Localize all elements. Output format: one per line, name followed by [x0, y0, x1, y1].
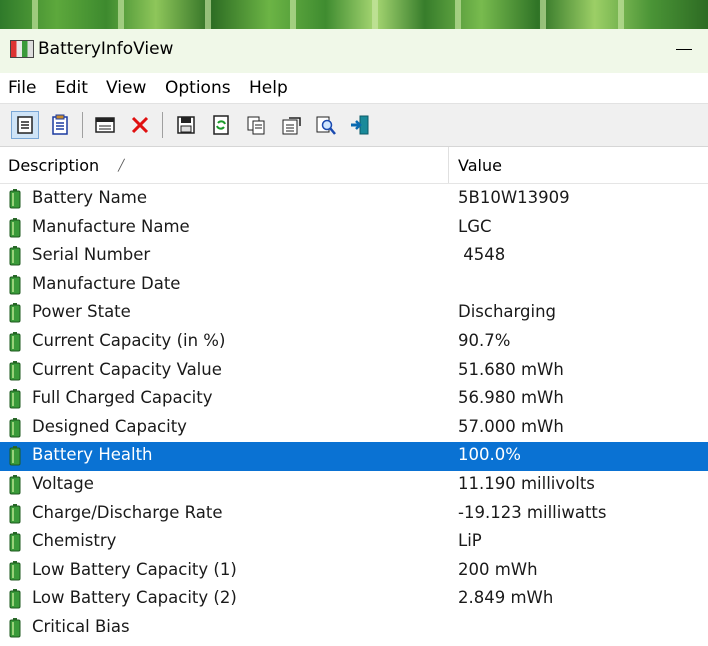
sort-ascending-icon: ╱: [118, 159, 125, 172]
row-description: Current Capacity Value: [32, 359, 222, 379]
row-description: Power State: [32, 302, 131, 322]
exit-icon[interactable]: [347, 112, 373, 138]
menu-bar: File Edit View Options Help: [0, 73, 708, 103]
properties-icon[interactable]: [278, 112, 304, 138]
refresh-icon[interactable]: [208, 112, 234, 138]
menu-view[interactable]: View: [106, 78, 146, 98]
toolbar: [0, 103, 708, 147]
battery-icon: [9, 246, 21, 266]
save-icon[interactable]: [173, 112, 199, 138]
list-item[interactable]: Voltage 11.190 millivolts: [0, 471, 708, 500]
row-value: 11.190 millivolts: [458, 473, 595, 493]
battery-icon: [9, 617, 21, 638]
menu-file[interactable]: File: [8, 78, 36, 98]
window-title: BatteryInfoView: [38, 39, 174, 59]
battery-icon: [9, 331, 21, 352]
row-description: Battery Health: [32, 445, 153, 465]
list-item[interactable]: Designed Capacity 57.000 mWh: [0, 414, 708, 443]
row-description: Charge/Discharge Rate: [32, 502, 223, 522]
row-description: Critical Bias: [32, 616, 130, 636]
row-value: 4548: [458, 245, 506, 265]
battery-icon: [9, 417, 21, 438]
row-value: 56.980 mWh: [458, 388, 564, 408]
battery-icon: [9, 560, 21, 581]
battery-app-icon: [10, 40, 34, 58]
row-value: 100.0%: [458, 445, 521, 465]
row-value: 57.000 mWh: [458, 416, 564, 436]
menu-edit[interactable]: Edit: [55, 78, 88, 98]
list-item[interactable]: Low Battery Capacity (2) 2.849 mWh: [0, 585, 708, 614]
row-description: Low Battery Capacity (1): [32, 559, 237, 579]
column-description[interactable]: Description: [8, 156, 99, 175]
delete-icon[interactable]: [127, 112, 153, 138]
list-item[interactable]: Chemistry LiP: [0, 528, 708, 557]
find-icon[interactable]: [313, 112, 339, 138]
row-value: 90.7%: [458, 330, 511, 350]
battery-icon: [9, 360, 21, 381]
battery-icon: [9, 389, 21, 409]
column-value[interactable]: Value: [458, 156, 502, 175]
row-description: Battery Name: [32, 188, 147, 207]
column-divider[interactable]: [448, 147, 449, 183]
row-description: Voltage: [32, 473, 94, 493]
row-value: -19.123 milliwatts: [458, 502, 607, 522]
battery-icon: [9, 589, 21, 609]
row-description: Low Battery Capacity (2): [32, 588, 237, 608]
app-window: BatteryInfoView File Edit View Options H…: [0, 29, 708, 646]
battery-icon: [9, 189, 21, 209]
copy-icon[interactable]: [243, 112, 269, 138]
battery-icon: [9, 532, 21, 552]
battery-info-list: Battery Name 5B10W13909 Manufacture Name…: [0, 185, 708, 643]
row-description: Manufacture Name: [32, 216, 190, 236]
battery-icon: [9, 446, 21, 466]
list-item[interactable]: Power State Discharging: [0, 299, 708, 328]
row-value: Discharging: [458, 302, 557, 322]
menu-help[interactable]: Help: [249, 78, 288, 98]
list-item[interactable]: Low Battery Capacity (1) 200 mWh: [0, 557, 708, 586]
battery-icon: [9, 274, 21, 295]
row-description: Chemistry: [32, 531, 117, 551]
list-item[interactable]: Full Charged Capacity 56.980 mWh: [0, 385, 708, 414]
battery-icon: [9, 217, 21, 238]
row-description: Serial Number: [32, 245, 151, 265]
row-description: Current Capacity (in %): [32, 330, 226, 350]
window-icon[interactable]: [92, 112, 118, 138]
list-item[interactable]: Battery Name 5B10W13909: [0, 185, 708, 214]
battery-icon: [9, 503, 21, 524]
row-description: Manufacture Date: [32, 273, 181, 293]
row-value: LiP: [458, 531, 482, 551]
toolbar-separator: [162, 112, 163, 138]
list-item[interactable]: Current Capacity (in %) 90.7%: [0, 328, 708, 357]
column-header: Description ╱ Value: [0, 147, 708, 184]
list-item[interactable]: Charge/Discharge Rate -19.123 milliwatts: [0, 500, 708, 529]
row-value: 200 mWh: [458, 559, 538, 579]
battery-icon: [9, 303, 21, 323]
list-item[interactable]: Current Capacity Value 51.680 mWh: [0, 357, 708, 386]
minimize-button[interactable]: [676, 49, 692, 50]
row-value: 51.680 mWh: [458, 359, 564, 379]
row-description: Designed Capacity: [32, 416, 187, 436]
html-report-icon[interactable]: [11, 111, 39, 139]
row-value: 5B10W13909: [458, 188, 570, 207]
text-report-icon[interactable]: [47, 112, 73, 138]
list-item[interactable]: Manufacture Date: [0, 271, 708, 300]
list-item[interactable]: Critical Bias: [0, 614, 708, 643]
list-item[interactable]: Manufacture Name LGC: [0, 214, 708, 243]
title-bar[interactable]: BatteryInfoView: [0, 29, 708, 73]
row-value: LGC: [458, 216, 492, 236]
desktop-wallpaper: [0, 0, 708, 29]
menu-options[interactable]: Options: [165, 78, 231, 98]
row-value: 2.849 mWh: [458, 588, 554, 608]
list-item[interactable]: Serial Number 4548: [0, 242, 708, 271]
battery-icon: [9, 474, 21, 495]
list-item-selected[interactable]: Battery Health 100.0%: [0, 442, 708, 471]
row-description: Full Charged Capacity: [32, 388, 213, 408]
toolbar-separator: [82, 112, 83, 138]
